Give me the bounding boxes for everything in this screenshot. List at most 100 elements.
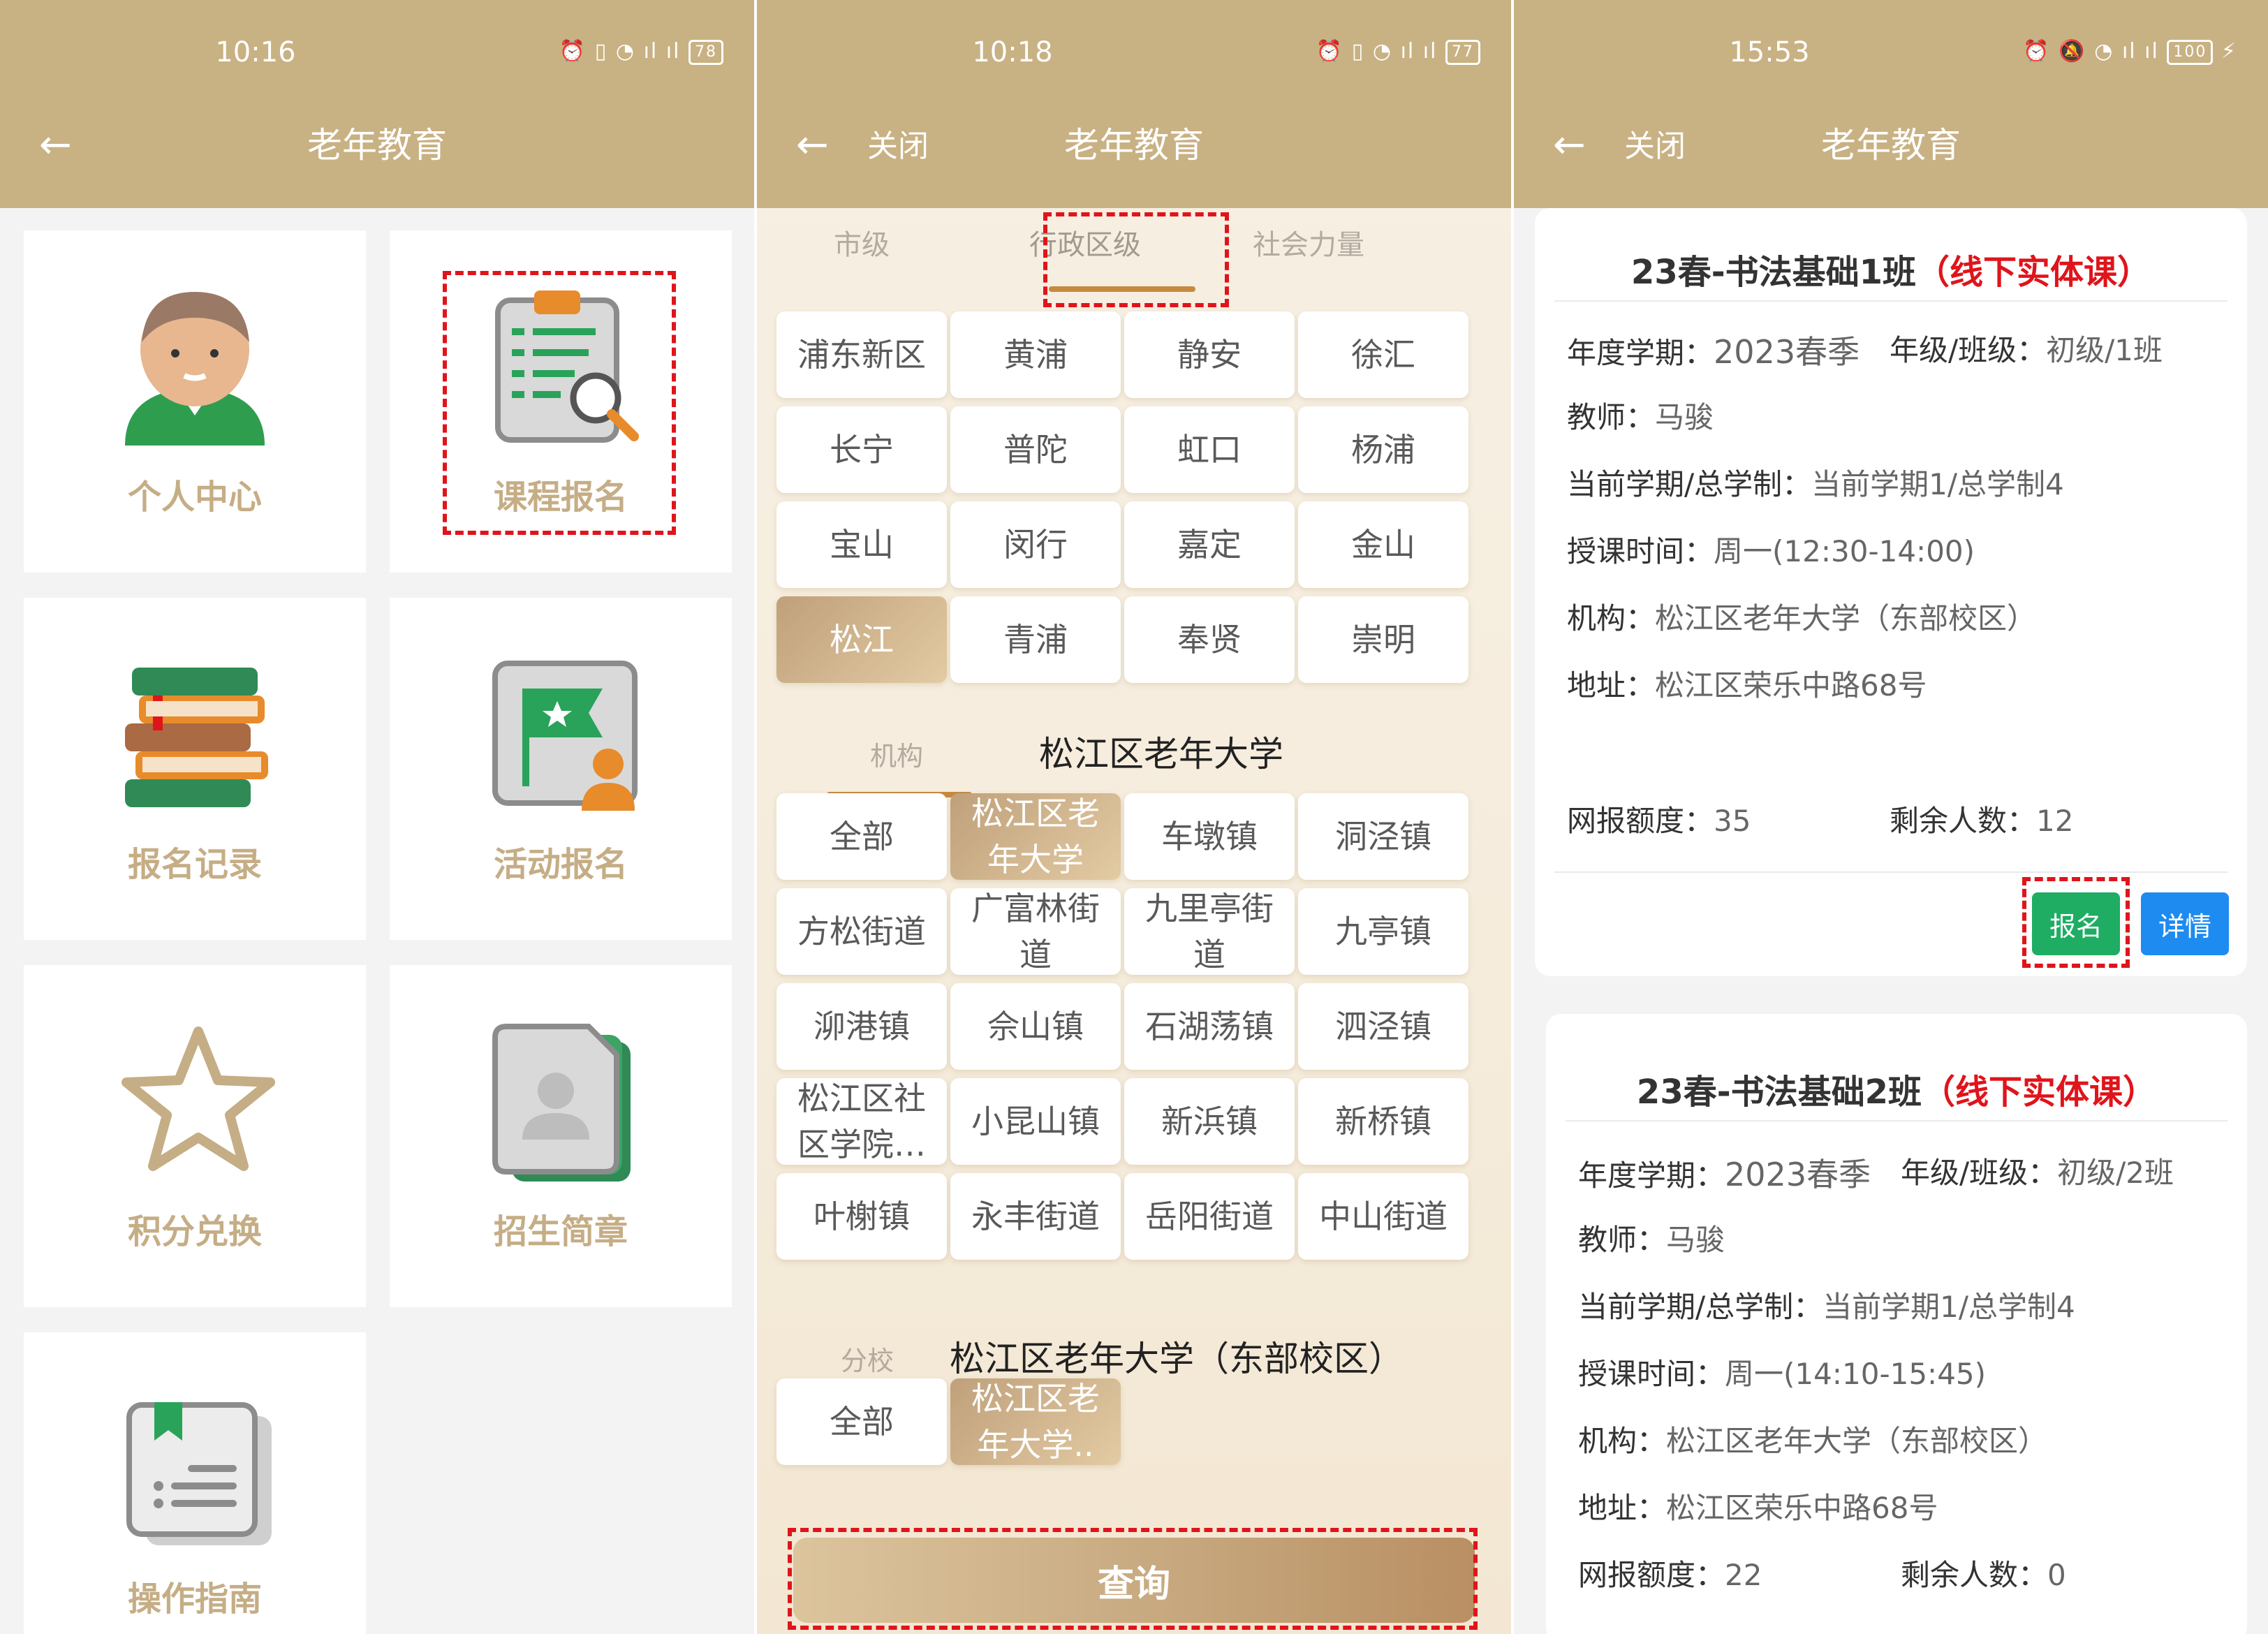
org-option[interactable]: 全部 xyxy=(776,793,947,880)
district-option[interactable]: 嘉定 xyxy=(1124,501,1295,588)
org-label: 机构 xyxy=(870,741,924,772)
org-option[interactable]: 永丰街道 xyxy=(950,1173,1121,1260)
profile-doc-icon xyxy=(492,1024,631,1182)
district-option[interactable]: 宝山 xyxy=(776,501,947,588)
tile-operation-guide[interactable]: 操作指南 xyxy=(24,1332,366,1634)
alarm-icon: ⏰ xyxy=(1316,39,1344,64)
tile-label: 报名记录 xyxy=(127,845,262,884)
org-option[interactable]: 洞泾镇 xyxy=(1298,793,1468,880)
org-option[interactable]: 车墩镇 xyxy=(1124,793,1295,880)
alarm-icon: ⏰ xyxy=(2023,39,2051,64)
org-option[interactable]: 泗泾镇 xyxy=(1298,983,1468,1070)
vibrate-icon: ▯ xyxy=(1351,39,1365,64)
highlight-box xyxy=(443,271,676,535)
branch-option[interactable]: 松江区老 年大学.. xyxy=(950,1378,1121,1465)
signal-icon: ıl xyxy=(643,39,658,64)
time-row: 授课时间：周一(12:30-14:00) xyxy=(1567,534,1975,568)
divider xyxy=(1566,1120,2228,1121)
tile-personal-center[interactable]: 个人中心 xyxy=(24,230,366,573)
branch-option[interactable]: 全部 xyxy=(776,1378,947,1465)
flag-person-icon xyxy=(492,661,638,811)
signal-icon: ıl xyxy=(2121,39,2137,64)
guide-book-icon xyxy=(126,1402,272,1545)
battery-icon: 78 xyxy=(688,39,723,65)
charging-icon: ⚡ xyxy=(2221,39,2237,64)
district-option[interactable]: 虹口 xyxy=(1124,406,1295,493)
tile-admission-guide[interactable]: 招生简章 xyxy=(390,965,732,1307)
district-option[interactable]: 奉贤 xyxy=(1124,596,1295,683)
org-selected-value: 松江区老年大学 xyxy=(1039,734,1283,774)
course-type: （线下实体课） xyxy=(1916,253,2151,292)
tile-label: 招生简章 xyxy=(493,1212,628,1251)
star-icon xyxy=(122,1026,275,1171)
address-row: 地址：松江区荣乐中路68号 xyxy=(1578,1491,1938,1525)
branch-label: 分校 xyxy=(841,1346,894,1376)
org-option[interactable]: 泖港镇 xyxy=(776,983,947,1070)
org-option[interactable]: 中山街道 xyxy=(1298,1173,1468,1260)
tile-activity-signup[interactable]: 活动报名 xyxy=(390,598,732,940)
org-option[interactable]: 岳阳街道 xyxy=(1124,1173,1295,1260)
org-option[interactable]: 松江区老 年大学 xyxy=(950,793,1121,880)
page-title: 老年教育 xyxy=(1064,125,1204,165)
highlight-box xyxy=(1043,212,1229,307)
tab-city[interactable]: 市级 xyxy=(757,222,966,263)
org-option[interactable]: 九亭镇 xyxy=(1298,888,1468,975)
district-option[interactable]: 松江 xyxy=(776,596,947,683)
district-option[interactable]: 长宁 xyxy=(776,406,947,493)
wifi-icon: ◔ xyxy=(615,39,636,64)
books-icon xyxy=(125,668,268,807)
district-option[interactable]: 黄浦 xyxy=(950,311,1121,398)
highlight-box xyxy=(788,1528,1478,1630)
divider xyxy=(1554,871,2228,873)
org-row: 机构：松江区老年大学（东部校区） xyxy=(1567,601,2037,635)
screen-course-list: 15:53 ⏰ 🔕 ◔ ıl ıl 100 ⚡ ← 关闭 老年教育 23春-书法… xyxy=(1514,0,2268,1634)
remain-row: 剩余人数：12 xyxy=(1890,804,2074,838)
screen-course-filter: 10:18 ⏰ ▯ ◔ ıl ıl 77 ← 关闭 老年教育 市级 行政区级 社… xyxy=(757,0,1511,1634)
org-option[interactable]: 新浜镇 xyxy=(1124,1078,1295,1165)
org-option[interactable]: 叶榭镇 xyxy=(776,1173,947,1260)
branch-selected-value: 松江区老年大学（东部校区） xyxy=(950,1339,1404,1379)
district-option[interactable]: 杨浦 xyxy=(1298,406,1468,493)
detail-button[interactable]: 详情 xyxy=(2141,892,2229,955)
tab-social[interactable]: 社会力量 xyxy=(1204,222,1413,263)
org-option[interactable]: 新桥镇 xyxy=(1298,1078,1468,1165)
org-option[interactable]: 佘山镇 xyxy=(950,983,1121,1070)
org-option[interactable]: 松江区社 区学院… xyxy=(776,1078,947,1165)
district-option[interactable]: 徐汇 xyxy=(1298,311,1468,398)
status-icons: ⏰ 🔕 ◔ ıl ıl 100 ⚡ xyxy=(2023,39,2237,65)
signal-icon: ıl xyxy=(2144,39,2159,64)
district-option[interactable]: 普陀 xyxy=(950,406,1121,493)
status-icons: ⏰ ▯ ◔ ıl ıl 78 xyxy=(559,39,723,65)
course-card: 23春-书法基础1班（线下实体课） 年度学期：2023春季 年级/班级：初级/1… xyxy=(1535,208,2247,976)
quota-row: 网报额度：22 xyxy=(1578,1558,1762,1592)
org-option[interactable]: 方松街道 xyxy=(776,888,947,975)
district-option[interactable]: 金山 xyxy=(1298,501,1468,588)
org-option[interactable]: 小昆山镇 xyxy=(950,1078,1121,1165)
district-option[interactable]: 崇明 xyxy=(1298,596,1468,683)
status-time: 10:16 xyxy=(215,36,296,68)
org-option[interactable]: 石湖荡镇 xyxy=(1124,983,1295,1070)
battery-icon: 100 xyxy=(2167,39,2214,65)
alarm-icon: ⏰ xyxy=(559,39,587,64)
district-option[interactable]: 静安 xyxy=(1124,311,1295,398)
district-option[interactable]: 闵行 xyxy=(950,501,1121,588)
org-option[interactable]: 广富林街 道 xyxy=(950,888,1121,975)
quota-row: 网报额度：35 xyxy=(1567,804,1751,838)
tile-points-exchange[interactable]: 积分兑换 xyxy=(24,965,366,1307)
highlight-box xyxy=(2022,877,2130,968)
time-row: 授课时间：周一(14:10-15:45) xyxy=(1578,1357,1987,1391)
grade-row: 年级/班级：初级/1班 xyxy=(1890,333,2163,367)
tile-label: 积分兑换 xyxy=(127,1212,262,1251)
wifi-icon: ◔ xyxy=(1372,39,1393,64)
course-card: 23春-书法基础2班（线下实体课） 年度学期：2023春季 年级/班级：初级/2… xyxy=(1546,1014,2247,1634)
tile-signup-records[interactable]: 报名记录 xyxy=(24,598,366,940)
course-type: （线下实体课） xyxy=(1922,1073,2157,1112)
tile-label: 活动报名 xyxy=(493,845,628,884)
district-option[interactable]: 青浦 xyxy=(950,596,1121,683)
address-row: 地址：松江区荣乐中路68号 xyxy=(1567,668,1927,702)
district-option[interactable]: 浦东新区 xyxy=(776,311,947,398)
org-option[interactable]: 九里亭街 道 xyxy=(1124,888,1295,975)
teacher-row: 教师：马骏 xyxy=(1567,400,1714,434)
divider xyxy=(1554,300,2228,302)
status-time: 15:53 xyxy=(1729,36,1810,68)
